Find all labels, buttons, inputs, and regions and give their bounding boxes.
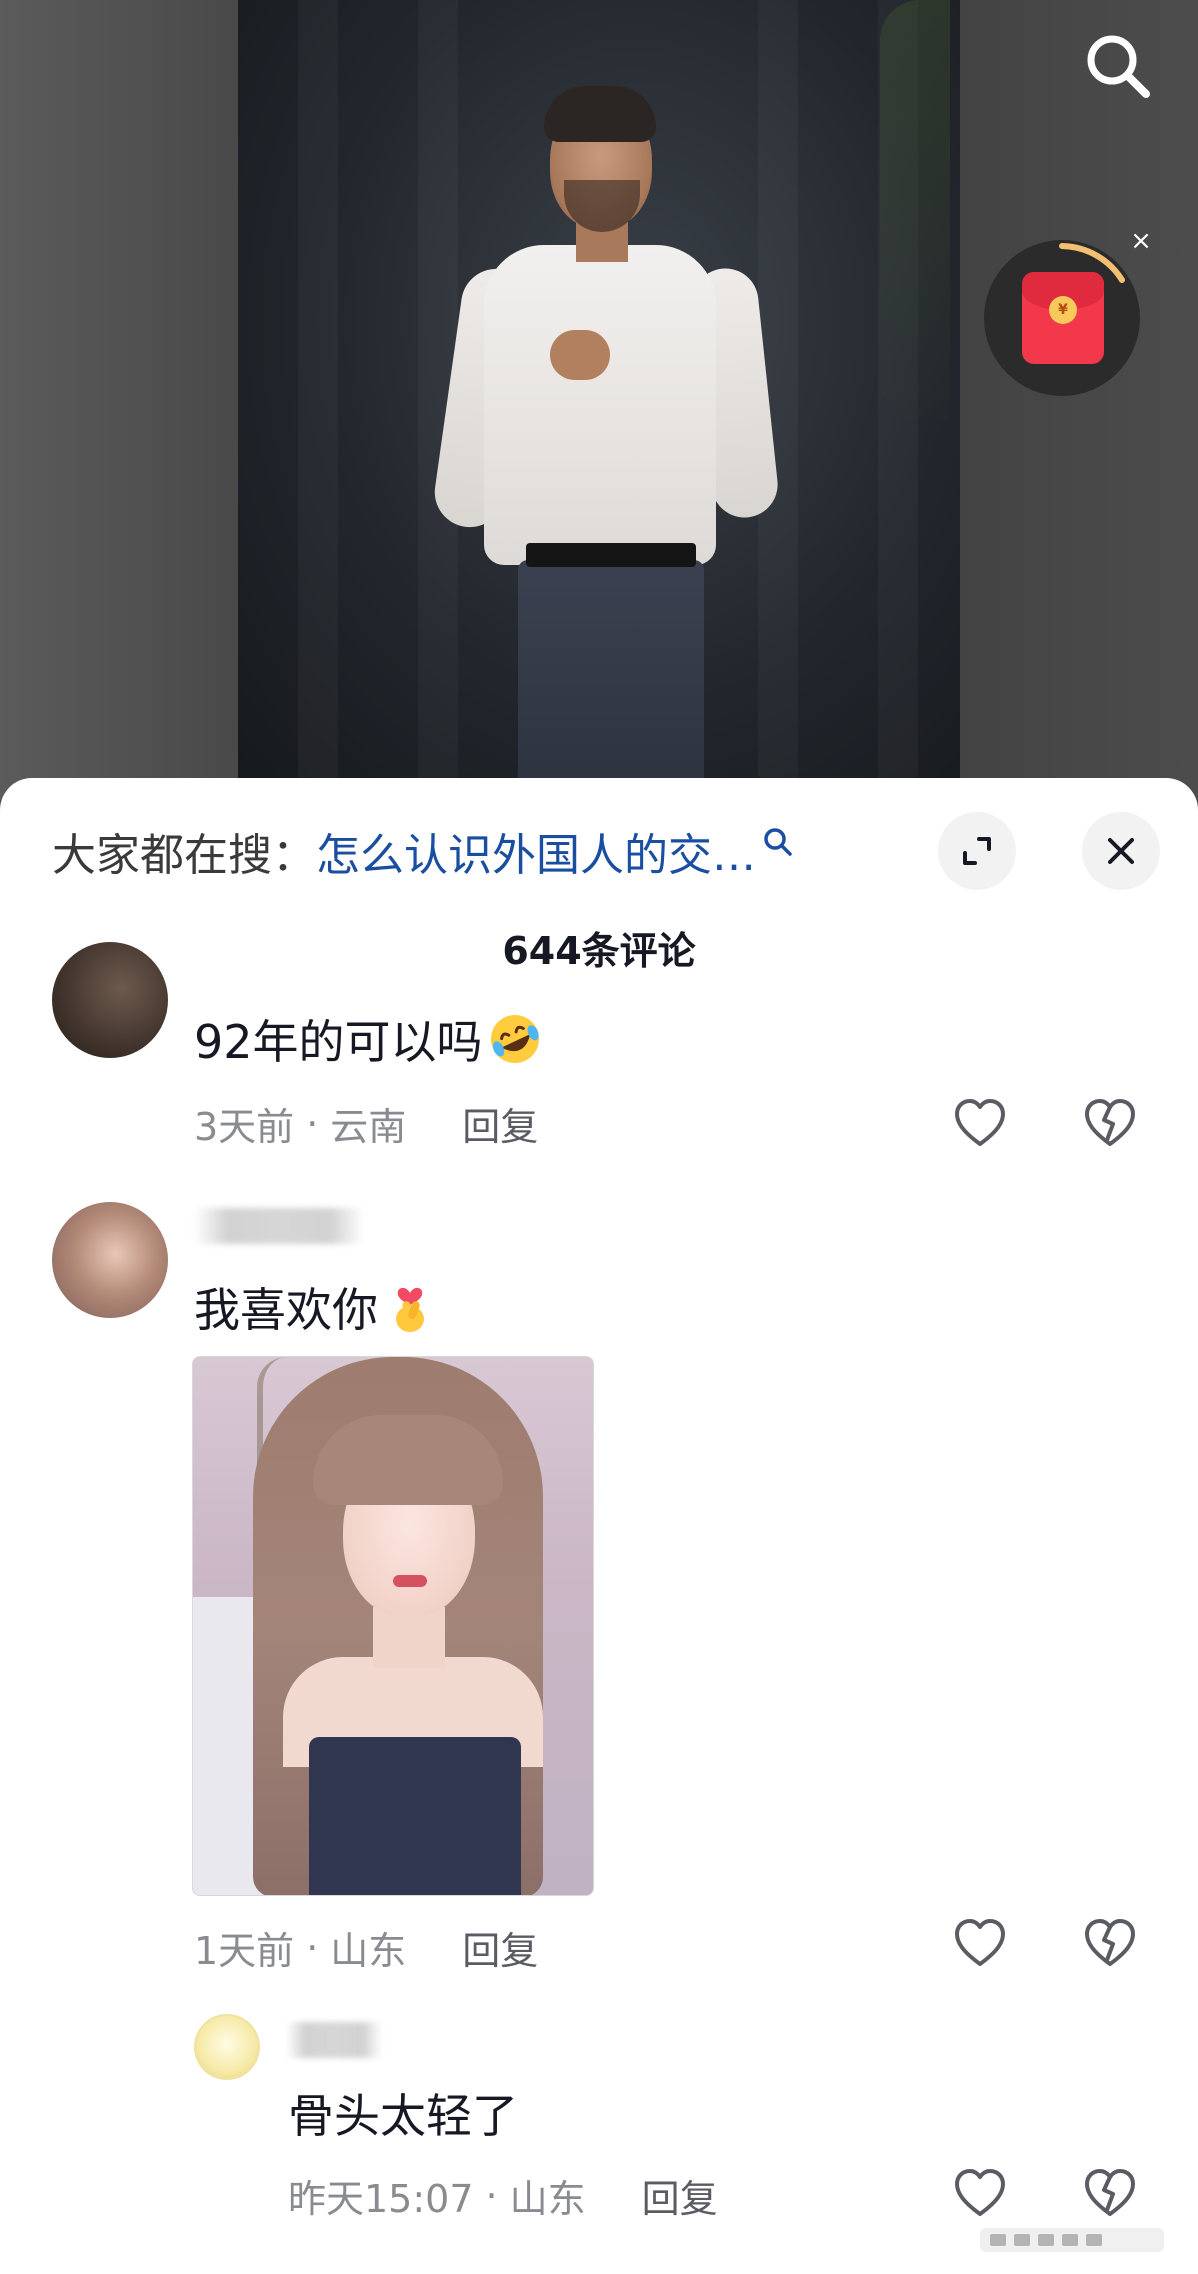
red-envelope-icon: ¥ (1022, 272, 1104, 364)
comment-location: 山东 (330, 1929, 407, 1973)
dislike-broken-heart-icon[interactable] (1082, 1096, 1138, 1152)
finger-heart-emoji-icon (396, 1287, 424, 1332)
red-packet-button[interactable]: ¥ (984, 240, 1140, 396)
expand-button[interactable] (938, 812, 1016, 890)
reply-text: 骨头太轻了 (288, 2089, 518, 2143)
watermark-logo-icon (980, 2228, 1164, 2252)
comment-item: 92年的可以吗 (194, 1006, 543, 1072)
separator-dot: · (485, 2173, 498, 2218)
like-heart-icon[interactable] (952, 1096, 1008, 1152)
search-icon[interactable] (1080, 28, 1156, 104)
comment-meta: 1天前 · 山东 回复 (194, 1920, 538, 1975)
close-icon (1108, 838, 1134, 864)
comment-text: 92年的可以吗 (194, 1015, 483, 1069)
reply-item: 骨头太轻了 (288, 2080, 518, 2146)
separator-dot: · (306, 1925, 319, 1970)
reply-button[interactable]: 回复 (642, 2168, 718, 2223)
reply-location: 山东 (509, 2177, 586, 2221)
like-heart-icon[interactable] (952, 2166, 1008, 2222)
comment-sheet: 大家都在搜： 怎么认识外国人的交… 644条评论 92年的可以吗 3天前 · 云… (0, 778, 1198, 2274)
comment-count-title: 644条评论 (502, 929, 696, 973)
reply-time: 昨天15:07 (288, 2177, 474, 2221)
plant-leaves (880, 0, 950, 420)
avatar[interactable] (52, 942, 168, 1058)
close-button[interactable] (1082, 812, 1160, 890)
comment-image[interactable] (192, 1356, 594, 1896)
dislike-broken-heart-icon[interactable] (1082, 1916, 1138, 1972)
comment-time: 3天前 (194, 1105, 295, 1149)
search-query-link[interactable]: 怎么认识外国人的交… (316, 819, 756, 883)
comment-location: 云南 (330, 1105, 407, 1149)
trending-search-bar[interactable]: 大家都在搜： 怎么认识外国人的交… (52, 816, 794, 886)
avatar[interactable] (194, 2014, 260, 2080)
avatar[interactable] (52, 1202, 168, 1318)
comment-time: 1天前 (194, 1929, 295, 1973)
dislike-broken-heart-icon[interactable] (1082, 2166, 1138, 2222)
man-white-shirt (484, 245, 716, 565)
like-heart-icon[interactable] (952, 1916, 1008, 1972)
red-packet-close-icon[interactable]: × (1128, 228, 1154, 254)
username-blurred[interactable] (194, 1208, 364, 1244)
reply-button[interactable]: 回复 (462, 1096, 538, 1151)
expand-icon (963, 837, 991, 865)
video-player[interactable]: ¥ × (0, 0, 1198, 800)
username-blurred[interactable] (286, 2022, 382, 2058)
search-prefix-label: 大家都在搜： (52, 830, 316, 881)
rolling-laughing-emoji-icon (490, 1015, 539, 1063)
comment-text: 我喜欢你 (194, 1283, 378, 1337)
reply-meta: 昨天15:07 · 山东 回复 (288, 2168, 718, 2223)
comment-meta: 3天前 · 云南 回复 (194, 1096, 538, 1151)
search-small-icon (764, 828, 792, 856)
video-frame (238, 0, 960, 800)
separator-dot: · (306, 1101, 319, 1146)
comment-item: 我喜欢你 (194, 1274, 438, 1340)
reply-button[interactable]: 回复 (462, 1920, 538, 1975)
